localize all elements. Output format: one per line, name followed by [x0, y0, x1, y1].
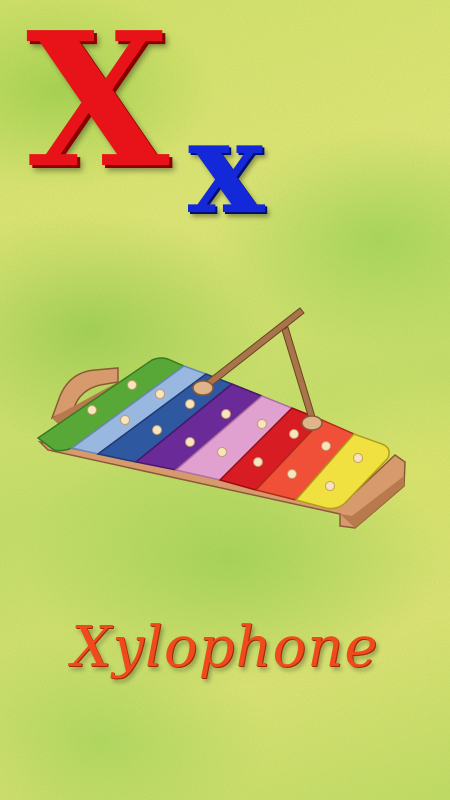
word-label: Xylophone [71, 615, 379, 680]
mallet-head-right [301, 415, 323, 431]
uppercase-letter: X [26, 0, 170, 209]
xylophone-icon [36, 307, 406, 529]
flashcard: X x Xylophone [0, 0, 450, 800]
lowercase-letter: x [188, 93, 265, 243]
mallet-head-left [192, 380, 214, 396]
